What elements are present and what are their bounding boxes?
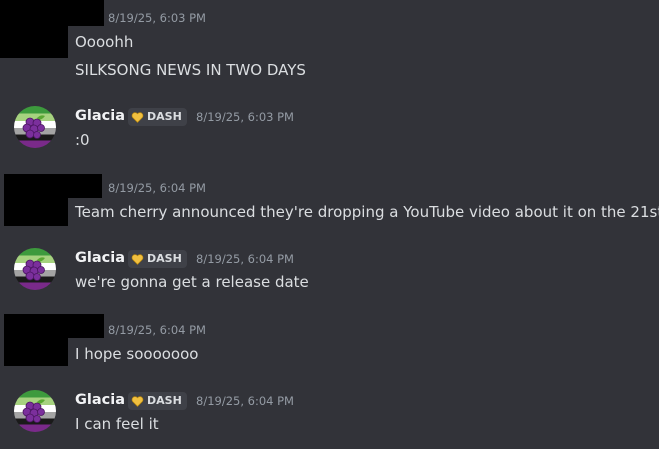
grapes-icon bbox=[14, 248, 56, 290]
message-text: I can feel it bbox=[75, 415, 159, 433]
redacted-username bbox=[68, 174, 102, 198]
avatar[interactable] bbox=[14, 390, 56, 432]
avatar[interactable] bbox=[14, 248, 56, 290]
message-text: Team cherry announced they're dropping a… bbox=[75, 203, 659, 221]
badge-label: DASH bbox=[147, 394, 182, 407]
role-badge[interactable]: DASH bbox=[128, 392, 187, 410]
message-6: Glacia DASH 8/19/25, 6:04 PM I can feel … bbox=[0, 384, 659, 444]
message-2: Glacia DASH 8/19/25, 6:03 PM :0 bbox=[0, 100, 659, 160]
message-text: Oooohh bbox=[75, 33, 134, 51]
message-1: 8/19/25, 6:03 PM Oooohh SILKSONG NEWS IN… bbox=[0, 0, 659, 90]
message-text: we're gonna get a release date bbox=[75, 273, 309, 291]
username[interactable]: Glacia bbox=[75, 107, 125, 125]
message-timestamp: 8/19/25, 6:04 PM bbox=[108, 181, 206, 195]
gold-heart-icon bbox=[131, 395, 144, 407]
badge-label: DASH bbox=[147, 110, 182, 123]
message-text: SILKSONG NEWS IN TWO DAYS bbox=[75, 61, 306, 79]
message-3: 8/19/25, 6:04 PM Team cherry announced t… bbox=[0, 172, 659, 232]
badge-label: DASH bbox=[147, 252, 182, 265]
message-timestamp: 8/19/25, 6:04 PM bbox=[196, 252, 294, 266]
avatar[interactable] bbox=[14, 106, 56, 148]
message-timestamp: 8/19/25, 6:04 PM bbox=[108, 323, 206, 337]
redacted-username bbox=[68, 0, 104, 26]
username[interactable]: Glacia bbox=[75, 391, 125, 409]
message-5: 8/19/25, 6:04 PM I hope sooooooo bbox=[0, 312, 659, 372]
message-text: I hope sooooooo bbox=[75, 345, 199, 363]
redacted-avatar bbox=[0, 0, 68, 58]
redacted-username bbox=[68, 314, 104, 338]
message-text: :0 bbox=[75, 131, 90, 149]
role-badge[interactable]: DASH bbox=[128, 108, 187, 126]
redacted-avatar bbox=[4, 174, 68, 226]
redacted-avatar bbox=[4, 314, 68, 366]
message-timestamp: 8/19/25, 6:03 PM bbox=[108, 11, 206, 25]
message-4: Glacia DASH 8/19/25, 6:04 PM we're gonna… bbox=[0, 242, 659, 302]
grapes-icon bbox=[14, 106, 56, 148]
username[interactable]: Glacia bbox=[75, 249, 125, 267]
gold-heart-icon bbox=[131, 253, 144, 265]
grapes-icon bbox=[14, 390, 56, 432]
gold-heart-icon bbox=[131, 111, 144, 123]
message-timestamp: 8/19/25, 6:03 PM bbox=[196, 110, 294, 124]
role-badge[interactable]: DASH bbox=[128, 250, 187, 268]
message-timestamp: 8/19/25, 6:04 PM bbox=[196, 394, 294, 408]
